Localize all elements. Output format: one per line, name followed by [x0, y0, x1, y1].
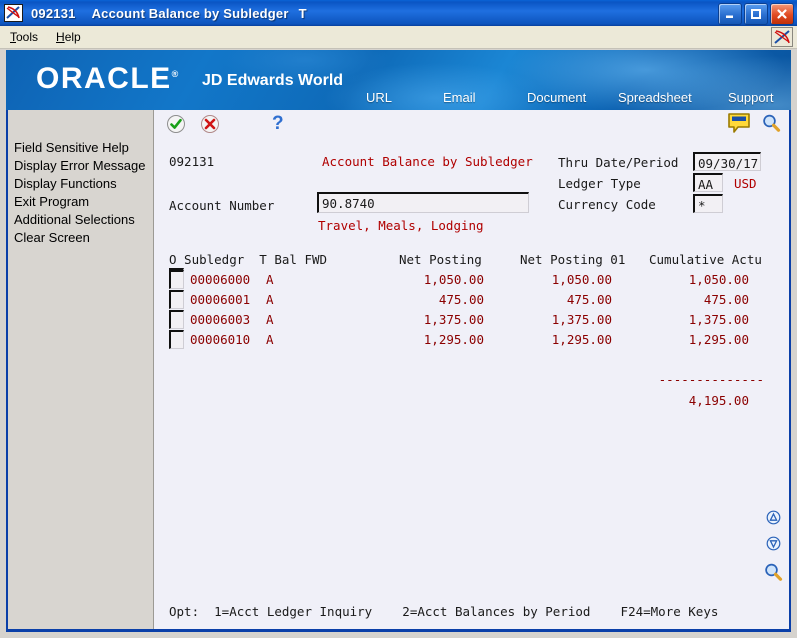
option-input[interactable]: [169, 310, 184, 329]
form-toolbar: ?: [166, 114, 284, 134]
banner-nav: URL Email Document Spreadsheet Support: [6, 90, 791, 110]
table-row[interactable]: 00006003 A 1,375.00 1,375.00 1,375.00: [154, 310, 789, 330]
account-number-input[interactable]: 90.8740: [317, 192, 529, 213]
cell-cumulative-actual: 1,295.00: [688, 332, 749, 347]
sidebar-list: Field Sensitive Help Display Error Messa…: [14, 139, 154, 247]
total-separator-rule: --------------: [658, 372, 764, 387]
table-row[interactable]: 00006010 A 1,295.00 1,295.00 1,295.00: [154, 330, 789, 350]
registered-mark: ®: [171, 69, 179, 79]
scroll-controls: [763, 510, 783, 587]
window-title-text: Account Balance by Subledger: [91, 5, 289, 21]
cancel-x-icon[interactable]: [200, 114, 220, 134]
note-icon[interactable]: [727, 112, 751, 139]
ledger-type-input[interactable]: AA: [693, 173, 723, 192]
program-id: 092131: [169, 154, 215, 169]
nav-link-spreadsheet[interactable]: Spreadsheet: [618, 90, 692, 105]
cell-net-posting-01: 1,375.00: [551, 312, 612, 327]
menu-bar: Tools Help: [0, 26, 797, 49]
jde-brand-icon: [771, 27, 793, 47]
sidebar: Field Sensitive Help Display Error Messa…: [8, 110, 154, 629]
ok-check-icon[interactable]: [166, 114, 186, 134]
close-button[interactable]: [770, 3, 794, 25]
find-magnifier-icon[interactable]: [761, 113, 781, 138]
cell-type: A: [266, 332, 274, 347]
cell-cumulative-actual: 1,050.00: [688, 272, 749, 287]
option-input[interactable]: [169, 290, 184, 309]
total-value: 4,195.00: [688, 393, 749, 408]
help-question-icon[interactable]: ?: [272, 114, 284, 134]
window-controls: [718, 3, 794, 25]
currency-code-input[interactable]: *: [693, 194, 723, 213]
grid-rows: 00006000 A 1,050.00 1,050.00 1,050.00 00…: [154, 270, 789, 350]
cell-cumulative-actual: 1,375.00: [688, 312, 749, 327]
menu-item-help[interactable]: Help: [48, 28, 89, 46]
cell-subledger: 00006000: [190, 272, 251, 287]
cell-net-posting: 1,375.00: [423, 312, 484, 327]
option-input[interactable]: [169, 330, 184, 349]
nav-link-support[interactable]: Support: [728, 90, 774, 105]
work-area: Field Sensitive Help Display Error Messa…: [6, 110, 791, 632]
window-title-suffix: T: [298, 5, 307, 21]
window-title: 092131 Account Balance by Subledger T: [31, 6, 307, 21]
form-title: Account Balance by Subledger: [322, 154, 533, 169]
currency-display: USD: [734, 176, 757, 191]
menu-item-tools[interactable]: Tools: [2, 28, 46, 46]
find-magnifier-icon-bottom[interactable]: [763, 562, 783, 587]
nav-link-document[interactable]: Document: [527, 90, 586, 105]
cell-net-posting: 1,050.00: [423, 272, 484, 287]
nav-link-email[interactable]: Email: [443, 90, 476, 105]
form-toolbar-right: [727, 112, 781, 139]
cell-subledger: 00006010: [190, 332, 251, 347]
cell-subledger: 00006003: [190, 312, 251, 327]
column-header-net-posting: Net Posting: [399, 252, 482, 267]
sidebar-item-additional-selections[interactable]: Additional Selections: [14, 211, 154, 229]
table-row[interactable]: 00006001 A 475.00 475.00 475.00: [154, 290, 789, 310]
sidebar-item-display-error-message[interactable]: Display Error Message: [14, 157, 154, 175]
application-window: 092131 Account Balance by Subledger T Tool…: [0, 0, 797, 638]
maximize-button[interactable]: [744, 3, 768, 25]
page-up-icon[interactable]: [766, 510, 781, 530]
table-row[interactable]: 00006000 A 1,050.00 1,050.00 1,050.00: [154, 270, 789, 290]
footer-options: Opt: 1=Acct Ledger Inquiry 2=Acct Balanc…: [169, 604, 719, 619]
cell-subledger: 00006001: [190, 292, 251, 307]
sidebar-item-exit-program[interactable]: Exit Program: [14, 193, 154, 211]
cell-net-posting: 1,295.00: [423, 332, 484, 347]
column-header-net-posting-01: Net Posting 01: [520, 252, 626, 267]
form-panel: ? 092131 Account Balance by Subledger Ac…: [154, 110, 789, 629]
menu-item-tools-label: ools: [16, 30, 39, 44]
oracle-banner: ORACLE® JD Edwards World URL Email Docum…: [6, 50, 791, 110]
minimize-button[interactable]: [718, 3, 742, 25]
window-title-number: 092131: [31, 5, 76, 21]
page-down-icon[interactable]: [766, 536, 781, 556]
title-bar: 092131 Account Balance by Subledger T: [0, 0, 797, 26]
cell-net-posting: 475.00: [438, 292, 484, 307]
product-name: JD Edwards World: [202, 72, 344, 89]
thru-date-label: Thru Date/Period: [558, 155, 679, 170]
column-header-subledger: O Subledgr T Bal FWD: [169, 252, 328, 267]
nav-link-url[interactable]: URL: [366, 90, 392, 105]
jde-logo-icon: [4, 4, 23, 22]
cell-type: A: [266, 292, 274, 307]
column-header-cumulative-actual: Cumulative Actu: [649, 252, 762, 267]
sidebar-item-clear-screen[interactable]: Clear Screen: [14, 229, 154, 247]
cell-net-posting-01: 475.00: [566, 292, 612, 307]
cell-net-posting-01: 1,295.00: [551, 332, 612, 347]
cell-cumulative-actual: 475.00: [703, 292, 749, 307]
sidebar-item-field-sensitive-help[interactable]: Field Sensitive Help: [14, 139, 154, 157]
account-description: Travel, Meals, Lodging: [318, 218, 484, 233]
option-input[interactable]: [169, 270, 184, 289]
thru-date-input[interactable]: 09/30/17: [693, 152, 761, 171]
menu-item-help-label: elp: [64, 30, 81, 44]
cell-type: A: [266, 272, 274, 287]
account-number-label: Account Number: [169, 198, 275, 213]
sidebar-item-display-functions[interactable]: Display Functions: [14, 175, 154, 193]
grid-header: O Subledgr T Bal FWD Net Posting Net Pos…: [169, 252, 784, 268]
cell-type: A: [266, 312, 274, 327]
cell-net-posting-01: 1,050.00: [551, 272, 612, 287]
ledger-type-label: Ledger Type: [558, 176, 641, 191]
currency-code-label: Currency Code: [558, 197, 656, 212]
